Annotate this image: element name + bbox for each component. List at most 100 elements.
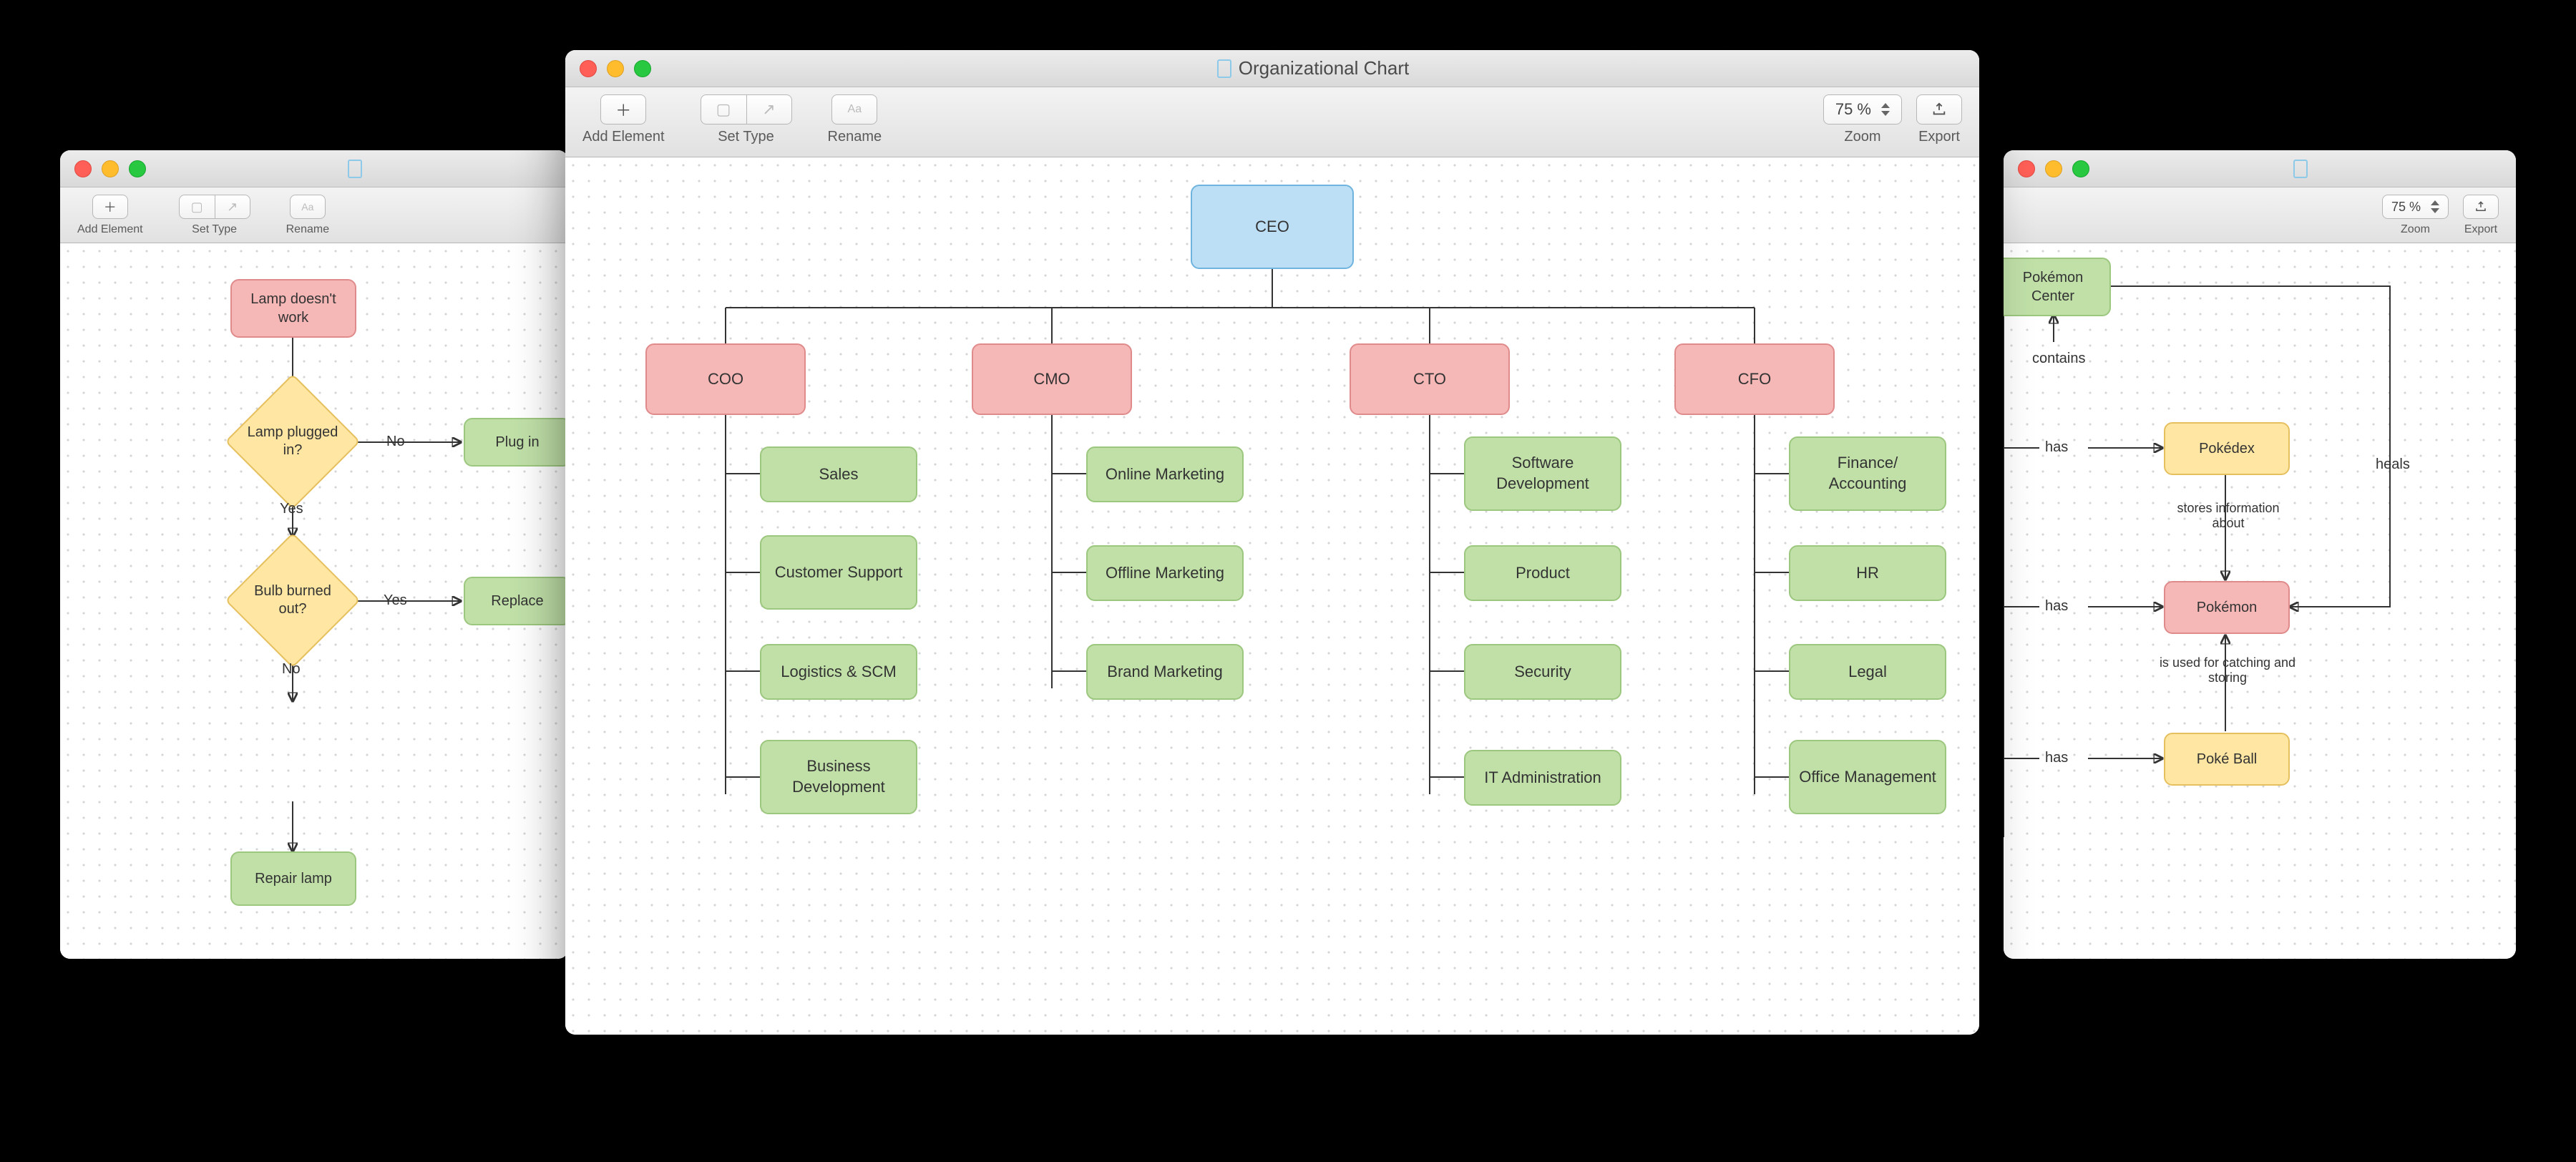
node-start[interactable]: Lamp doesn't work bbox=[230, 279, 356, 338]
node-pokedex[interactable]: Pokédex bbox=[2164, 422, 2290, 475]
node-label: Pokémon bbox=[2197, 598, 2258, 617]
node-label: CFO bbox=[1738, 369, 1771, 390]
zoom-icon[interactable] bbox=[129, 160, 146, 177]
rename-label: Rename bbox=[286, 223, 329, 236]
node-dept[interactable]: IT Administration bbox=[1464, 750, 1621, 806]
node-label: Bulb burned out? bbox=[245, 582, 341, 618]
node-dept[interactable]: HR bbox=[1789, 545, 1946, 601]
zoom-icon[interactable] bbox=[2072, 160, 2089, 177]
node-decision-plugged[interactable]: Lamp plugged in? bbox=[245, 394, 341, 489]
close-icon[interactable] bbox=[580, 60, 597, 77]
node-dept[interactable]: Finance/ Accounting bbox=[1789, 436, 1946, 511]
node-replace[interactable]: Replace bbox=[464, 577, 568, 625]
node-repair[interactable]: Repair lamp bbox=[230, 851, 356, 906]
node-center[interactable]: Pokémon Center bbox=[2004, 258, 2111, 316]
node-dept[interactable]: Product bbox=[1464, 545, 1621, 601]
add-element-label: Add Element bbox=[582, 129, 665, 145]
add-element-button[interactable]: ＋ bbox=[92, 195, 128, 219]
export-button[interactable] bbox=[2463, 195, 2499, 219]
node-label: Pokédex bbox=[2199, 439, 2255, 458]
node-ceo[interactable]: CEO bbox=[1191, 185, 1354, 269]
node-label: Software Development bbox=[1473, 453, 1613, 494]
node-dept[interactable]: Business Development bbox=[760, 740, 917, 814]
edge-label-heals: heals bbox=[2376, 456, 2410, 473]
node-label: Sales bbox=[819, 464, 858, 485]
node-cfo[interactable]: CFO bbox=[1674, 343, 1835, 415]
node-label: CMO bbox=[1033, 369, 1070, 390]
node-dept[interactable]: Logistics & SCM bbox=[760, 644, 917, 700]
node-label: Replace bbox=[491, 592, 543, 610]
edge-label-yes: Yes bbox=[280, 501, 303, 517]
export-button[interactable] bbox=[1916, 94, 1962, 125]
zoom-stepper[interactable]: 75 % bbox=[2382, 195, 2449, 219]
export-label: Export bbox=[2464, 223, 2497, 236]
edge-label-has: has bbox=[2045, 439, 2068, 456]
node-dept[interactable]: Customer Support bbox=[760, 535, 917, 610]
tool-set-type: ▢ ↗ Set Type bbox=[179, 195, 250, 236]
minimize-icon[interactable] bbox=[2045, 160, 2062, 177]
node-dept[interactable]: Security bbox=[1464, 644, 1621, 700]
stepper-icon bbox=[2431, 200, 2439, 213]
export-label: Export bbox=[1918, 129, 1960, 145]
tool-add-element: ＋ Add Element bbox=[77, 195, 143, 236]
tool-rename: Aa Rename bbox=[286, 195, 329, 236]
edge-label-has: has bbox=[2045, 598, 2068, 615]
zoom-label: Zoom bbox=[2401, 223, 2430, 236]
close-icon[interactable] bbox=[74, 160, 92, 177]
node-dept[interactable]: Online Marketing bbox=[1086, 446, 1244, 502]
node-label: HR bbox=[1856, 563, 1879, 584]
toolbar: ＋ Add Element ▢ ↗ Set Type Aa Rename 75 … bbox=[565, 87, 1979, 157]
titlebar[interactable] bbox=[60, 150, 568, 187]
titlebar[interactable]: Organizational Chart bbox=[565, 50, 1979, 87]
add-element-label: Add Element bbox=[77, 223, 143, 236]
node-dept[interactable]: Offline Marketing bbox=[1086, 545, 1244, 601]
node-label: Poké Ball bbox=[2197, 750, 2258, 768]
add-element-button[interactable]: ＋ bbox=[600, 94, 646, 125]
node-label: CTO bbox=[1413, 369, 1446, 390]
shape-square-button[interactable]: ▢ bbox=[701, 94, 746, 125]
canvas[interactable]: Pokémon Center contains has Pokédex stor… bbox=[2004, 243, 2516, 959]
node-decision-bulb[interactable]: Bulb burned out? bbox=[245, 552, 341, 648]
document-icon bbox=[1217, 59, 1231, 78]
node-pokemon[interactable]: Pokémon bbox=[2164, 581, 2290, 634]
canvas[interactable]: CEO COO CMO CTO CFO Sales Customer Suppo… bbox=[565, 157, 1979, 1035]
set-type-label: Set Type bbox=[192, 223, 237, 236]
traffic-lights bbox=[74, 160, 146, 177]
node-dept[interactable]: Legal bbox=[1789, 644, 1946, 700]
rename-button[interactable]: Aa bbox=[290, 195, 326, 219]
node-cmo[interactable]: CMO bbox=[972, 343, 1132, 415]
titlebar[interactable] bbox=[2004, 150, 2516, 187]
edge-label-yes: Yes bbox=[384, 592, 407, 609]
set-type-label: Set Type bbox=[718, 129, 774, 145]
tool-set-type: ▢ ↗ Set Type bbox=[701, 94, 792, 145]
node-label: Business Development bbox=[769, 756, 909, 797]
minimize-icon[interactable] bbox=[102, 160, 119, 177]
window-pokemon: 75 % Zoom Export bbox=[2004, 150, 2516, 959]
minimize-icon[interactable] bbox=[607, 60, 624, 77]
rename-button[interactable]: Aa bbox=[831, 94, 877, 125]
title-text: Organizational Chart bbox=[1239, 57, 1409, 79]
node-dept[interactable]: Brand Marketing bbox=[1086, 644, 1244, 700]
node-pokeball[interactable]: Poké Ball bbox=[2164, 733, 2290, 786]
shape-arrow-button[interactable]: ↗ bbox=[215, 195, 250, 219]
tool-zoom: 75 % Zoom bbox=[2382, 195, 2449, 236]
node-coo[interactable]: COO bbox=[645, 343, 806, 415]
node-label: Customer Support bbox=[775, 562, 903, 583]
node-dept[interactable]: Sales bbox=[760, 446, 917, 502]
node-cto[interactable]: CTO bbox=[1350, 343, 1510, 415]
canvas[interactable]: Lamp doesn't work Lamp plugged in? No Pl… bbox=[60, 243, 568, 959]
node-label: Office Management bbox=[1799, 767, 1936, 788]
shape-square-button[interactable]: ▢ bbox=[179, 195, 215, 219]
node-label: Online Marketing bbox=[1106, 464, 1224, 485]
rename-label: Rename bbox=[828, 129, 882, 145]
node-dept[interactable]: Office Management bbox=[1789, 740, 1946, 814]
node-dept[interactable]: Software Development bbox=[1464, 436, 1621, 511]
close-icon[interactable] bbox=[2018, 160, 2035, 177]
node-label: Plug in bbox=[495, 433, 539, 451]
stepper-icon bbox=[1881, 103, 1890, 116]
zoom-icon[interactable] bbox=[634, 60, 651, 77]
edge-label-stores: stores information about bbox=[2161, 501, 2296, 531]
zoom-stepper[interactable]: 75 % bbox=[1823, 94, 1902, 125]
node-plug-in[interactable]: Plug in bbox=[464, 418, 568, 467]
shape-arrow-button[interactable]: ↗ bbox=[746, 94, 792, 125]
